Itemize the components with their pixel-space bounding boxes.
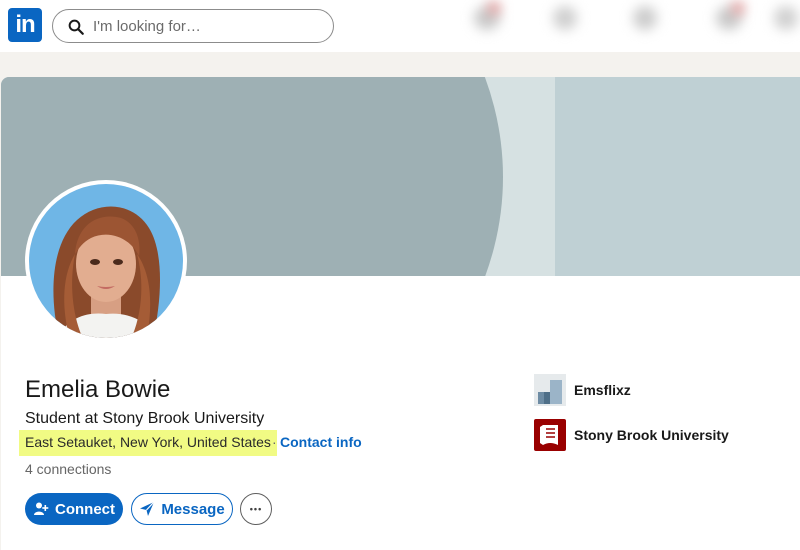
nav-item-messaging-icon[interactable] (700, 0, 760, 52)
avatar[interactable] (25, 180, 187, 342)
top-nav-bar: in (0, 0, 800, 52)
profile-card: Emelia Bowie Student at Stony Brook Univ… (1, 77, 800, 550)
more-actions-button[interactable]: ••• (240, 493, 272, 525)
more-dots-icon: ••• (249, 504, 263, 514)
profile-name: Emelia Bowie (25, 376, 171, 403)
contact-info-link[interactable]: Contact info (280, 434, 362, 450)
search-input[interactable] (93, 10, 323, 42)
send-icon (140, 501, 155, 516)
nav-item-network-icon[interactable] (535, 0, 595, 52)
connections-count[interactable]: 4 connections (25, 461, 111, 477)
nav-item-notifications-icon[interactable] (760, 0, 800, 52)
connect-label: Connect (55, 500, 115, 518)
linkedin-logo-icon[interactable]: in (8, 8, 42, 42)
org-name-university: Stony Brook University (574, 427, 729, 443)
nav-item-jobs-icon[interactable] (615, 0, 675, 52)
add-person-icon (34, 502, 49, 515)
separator-dot: · (272, 434, 277, 450)
search-icon (68, 19, 84, 35)
nav-item-home-icon[interactable] (458, 0, 518, 52)
org-name-company: Emsflixz (574, 382, 631, 398)
profile-headline: Student at Stony Brook University (25, 410, 265, 427)
search-bar[interactable] (52, 9, 334, 43)
university-logo-icon (534, 419, 566, 451)
profile-photo (29, 184, 183, 338)
company-logo-icon (534, 374, 566, 406)
org-item-company[interactable]: Emsflixz (534, 374, 631, 406)
connect-button[interactable]: Connect (25, 493, 123, 525)
org-item-university[interactable]: Stony Brook University (534, 419, 729, 451)
message-label: Message (161, 500, 225, 518)
profile-location: East Setauket, New York, United States (19, 430, 277, 456)
message-button[interactable]: Message (131, 493, 233, 525)
